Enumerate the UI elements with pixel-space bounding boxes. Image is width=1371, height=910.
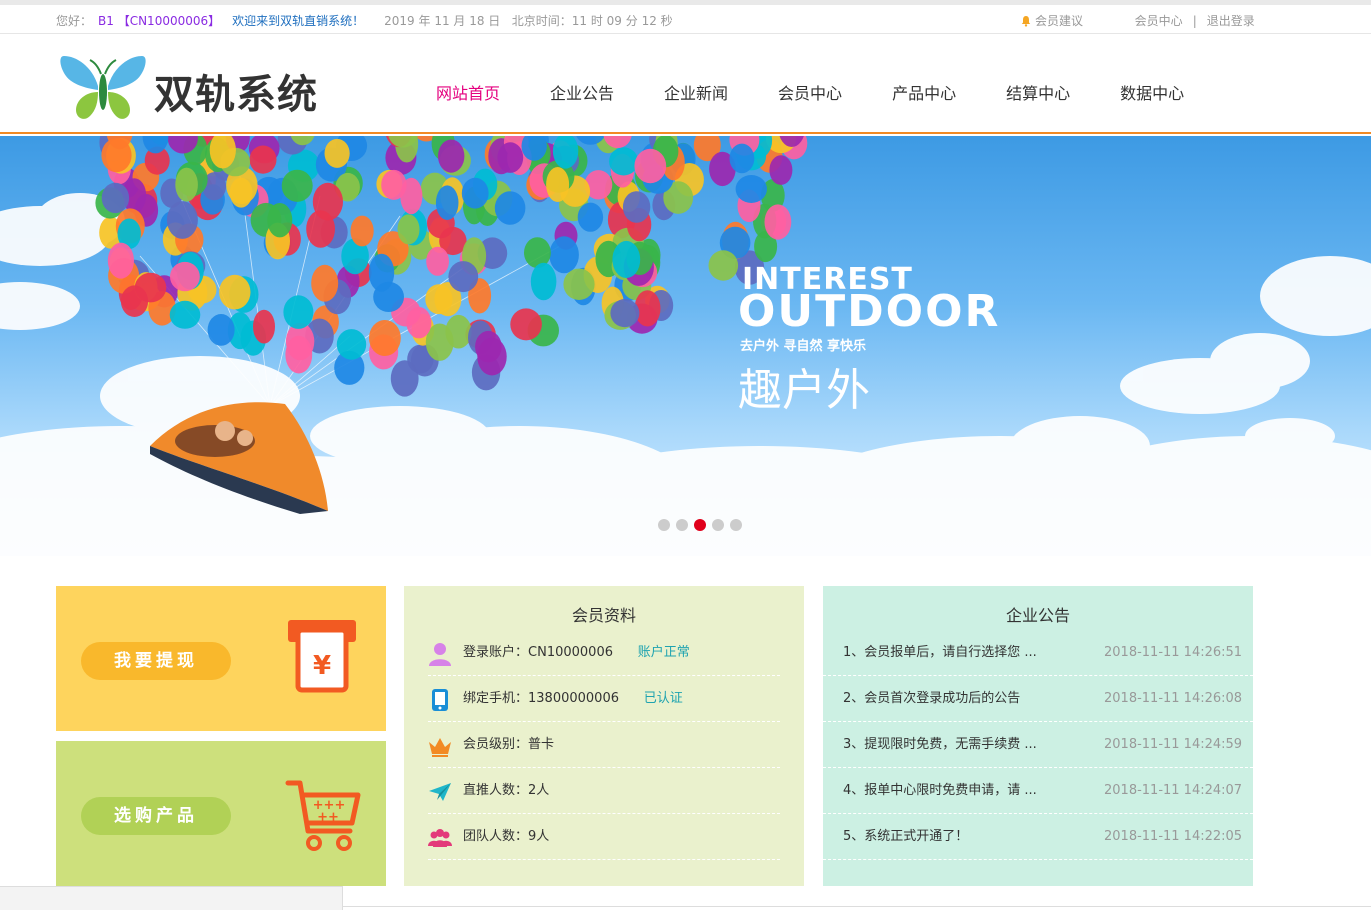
member-status-tag: 已认证 bbox=[643, 691, 683, 706]
notice-date: 2018-11-11 14:22:05 bbox=[1104, 829, 1243, 844]
member-info-row: 会员级别：普卡 bbox=[428, 722, 780, 768]
member-suggest-link[interactable]: 会员建议 bbox=[1035, 14, 1083, 28]
notice-date: 2018-11-11 14:26:51 bbox=[1104, 645, 1243, 660]
hero-banner: INTEREST OUTDOOR 去户外 寻自然 享快乐 趣户外 bbox=[0, 136, 1371, 556]
logo-text: 双轨系统 bbox=[154, 72, 318, 118]
carousel-dot[interactable] bbox=[712, 519, 724, 531]
member-info-value: CN10000006 bbox=[528, 645, 613, 660]
cash-withdraw-icon: ¥ bbox=[288, 620, 356, 693]
svg-text:++: ++ bbox=[317, 810, 339, 825]
nav-item[interactable]: 网站首页 bbox=[436, 80, 500, 104]
member-info-text: 直推人数：2人 bbox=[463, 768, 549, 814]
member-info-row: 绑定手机：13800000006 已认证 bbox=[428, 676, 780, 722]
site-logo[interactable]: 双轨系统 bbox=[58, 52, 318, 126]
user-id: B1 【CN10000006】 bbox=[98, 14, 221, 28]
group-icon bbox=[428, 829, 452, 847]
bottom-divider bbox=[343, 906, 1371, 907]
member-info-text: 绑定手机：13800000006 已认证 bbox=[463, 676, 683, 722]
banner-subtitle: 去户外 寻自然 享快乐 bbox=[740, 339, 867, 354]
member-info-value: 普卡 bbox=[528, 737, 555, 752]
nav-item[interactable]: 数据中心 bbox=[1120, 80, 1184, 104]
notice-panel-title: 企业公告 bbox=[1005, 606, 1070, 625]
notice-panel: 企业公告 1、会员报单后，请自行选择您 ... 2018-11-11 14:26:… bbox=[823, 586, 1253, 886]
top-bar: 您好： B1 【CN10000006】 欢迎来到双轨直销系统！ 2019 年 11 月… bbox=[0, 0, 1371, 34]
svg-text:¥: ¥ bbox=[313, 651, 331, 681]
member-info-panel: 会员资料 登录账户：CN10000006 账户正常 绑定手机：1380000000… bbox=[404, 586, 804, 886]
nav-item[interactable]: 结算中心 bbox=[1006, 80, 1070, 104]
banner-big-title: 趣户外 bbox=[738, 365, 870, 416]
topbar-left: 您好： B1 【CN10000006】 欢迎来到双轨直销系统！ 2019 年 11 月… bbox=[56, 12, 673, 29]
member-info-label: 绑定手机： bbox=[463, 691, 529, 706]
withdraw-button[interactable]: 我要提现 bbox=[81, 642, 231, 680]
member-info-text: 登录账户：CN10000006 账户正常 bbox=[463, 630, 690, 676]
member-info-value: 2人 bbox=[528, 783, 550, 798]
notice-date: 2018-11-11 14:26:08 bbox=[1104, 691, 1243, 706]
welcome-text: 欢迎来到双轨直销系统！ bbox=[232, 14, 365, 28]
topbar-separator: | bbox=[1192, 14, 1197, 28]
member-info-value: 9人 bbox=[528, 829, 550, 844]
member-info-label: 团队人数： bbox=[463, 829, 529, 844]
shopping-cart-icon: +++ ++ bbox=[285, 780, 361, 851]
member-info-label: 会员级别： bbox=[463, 737, 529, 752]
notice-row[interactable]: 5、系统正式开通了！ 2018-11-11 14:22:05 bbox=[823, 814, 1253, 860]
notice-title-link[interactable]: 2、会员首次登录成功后的公告 bbox=[843, 676, 1063, 722]
notice-date: 2018-11-11 14:24:07 bbox=[1104, 783, 1243, 798]
member-status-tag: 账户正常 bbox=[637, 645, 690, 660]
shop-card[interactable]: 选购产品 +++ ++ bbox=[56, 741, 386, 886]
banner-line2: OUTDOOR bbox=[738, 286, 1001, 337]
member-panel-title: 会员资料 bbox=[571, 606, 636, 625]
site-header: 双轨系统 网站首页 企业公告 企业新闻 会员中心 产品中心 结算中心 数据中心 bbox=[0, 34, 1371, 134]
notice-row[interactable]: 1、会员报单后，请自行选择您 ... 2018-11-11 14:26:51 bbox=[823, 630, 1253, 676]
crown-icon bbox=[429, 738, 451, 757]
member-info-row: 直推人数：2人 bbox=[428, 768, 780, 814]
member-info-text: 团队人数：9人 bbox=[463, 814, 549, 860]
nav-item[interactable]: 产品中心 bbox=[892, 80, 956, 104]
banner-illustration bbox=[0, 136, 1371, 556]
phone-icon bbox=[432, 689, 448, 711]
member-info-label: 直推人数： bbox=[463, 783, 529, 798]
carousel-dot[interactable] bbox=[694, 519, 706, 531]
paper-plane-icon bbox=[429, 783, 451, 801]
nav-item[interactable]: 企业新闻 bbox=[664, 80, 728, 104]
nav-item[interactable]: 企业公告 bbox=[550, 80, 614, 104]
withdraw-card[interactable]: 我要提现 ¥ bbox=[56, 586, 386, 731]
notice-title-link[interactable]: 1、会员报单后，请自行选择您 ... bbox=[843, 630, 1063, 676]
carousel-dot[interactable] bbox=[676, 519, 688, 531]
butterfly-logo-icon bbox=[60, 56, 146, 119]
shop-button[interactable]: 选购产品 bbox=[81, 797, 231, 835]
member-info-row: 登录账户：CN10000006 账户正常 bbox=[428, 630, 780, 676]
greeting-text: 您好： bbox=[56, 14, 93, 28]
nav-item[interactable]: 会员中心 bbox=[778, 80, 842, 104]
carousel-dot[interactable] bbox=[658, 519, 670, 531]
member-center-link[interactable]: 会员中心 bbox=[1135, 14, 1183, 28]
logout-link[interactable]: 退出登录 bbox=[1207, 14, 1255, 28]
member-info-row: 团队人数：9人 bbox=[428, 814, 780, 860]
bell-icon bbox=[1021, 16, 1031, 27]
member-info-text: 会员级别：普卡 bbox=[463, 722, 554, 768]
current-date: 2019 年 11 月 18 日 bbox=[384, 14, 501, 28]
member-info-label: 登录账户： bbox=[463, 645, 529, 660]
notice-title-link[interactable]: 5、系统正式开通了！ bbox=[843, 814, 1063, 860]
notice-title-link[interactable]: 4、报单中心限时免费申请，请 ... bbox=[843, 768, 1063, 814]
current-time: 北京时间：11 时 09 分 12 秒 bbox=[511, 14, 673, 28]
main-nav: 网站首页 企业公告 企业新闻 会员中心 产品中心 结算中心 数据中心 bbox=[436, 80, 1234, 104]
topbar-right: 会员建议 会员中心 | 退出登录 bbox=[1020, 12, 1255, 29]
carousel-dots bbox=[658, 516, 748, 535]
carousel-dot[interactable] bbox=[730, 519, 742, 531]
notice-row[interactable]: 4、报单中心限时免费申请，请 ... 2018-11-11 14:24:07 bbox=[823, 768, 1253, 814]
notice-row[interactable]: 3、提现限时免费，无需手续费 ... 2018-11-11 14:24:59 bbox=[823, 722, 1253, 768]
user-icon bbox=[429, 643, 451, 666]
notice-row[interactable]: 2、会员首次登录成功后的公告 2018-11-11 14:26:08 bbox=[823, 676, 1253, 722]
member-info-value: 13800000006 bbox=[528, 691, 619, 706]
notice-title-link[interactable]: 3、提现限时免费，无需手续费 ... bbox=[843, 722, 1063, 768]
horizontal-scrollbar[interactable] bbox=[0, 886, 343, 910]
notice-date: 2018-11-11 14:24:59 bbox=[1104, 737, 1243, 752]
